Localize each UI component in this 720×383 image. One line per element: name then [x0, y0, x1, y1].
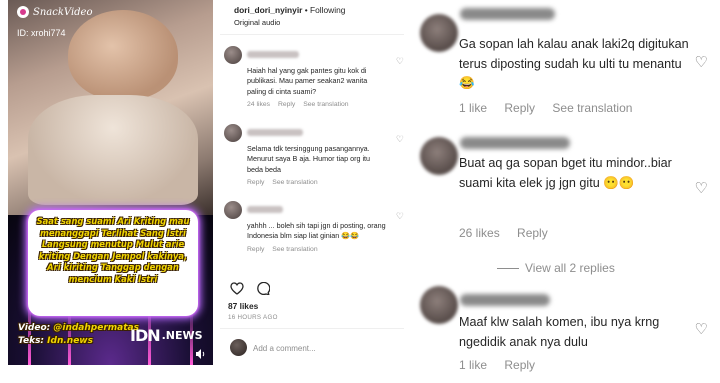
zoomed-comments-panel: Ga sopan lah kalau anak laki2q digitukan… — [410, 0, 720, 383]
brand-name: SnackVideo — [33, 6, 93, 18]
view-replies-button[interactable]: View all 2 replies — [497, 261, 615, 275]
news-label: .NEWS — [161, 329, 203, 342]
photo-hand — [68, 10, 178, 100]
blurred-username[interactable] — [460, 294, 550, 306]
avatar[interactable] — [224, 46, 242, 64]
heart-icon[interactable]: ♡ — [695, 320, 708, 338]
avatar[interactable] — [224, 201, 242, 219]
heart-icon[interactable]: ♡ — [396, 56, 404, 67]
post-panel: dori_dori_nyinyir • Following Original a… — [220, 0, 410, 383]
video-credits: Video: @indahpermatas Teks: Idn.news — [18, 322, 139, 348]
comment-likes[interactable]: 26 likes — [459, 226, 500, 240]
comment-text: Maaf klw salah komen, ibu nya krng ngedi… — [459, 315, 660, 349]
follow-status[interactable]: Following — [310, 5, 345, 15]
divider — [220, 328, 410, 329]
post-header: dori_dori_nyinyir • Following Original a… — [234, 5, 345, 27]
comment-item: Maaf klw salah komen, ibu nya krng ngedi… — [410, 282, 720, 383]
avatar — [230, 339, 247, 356]
snackvideo-watermark: SnackVideo — [17, 6, 93, 18]
audio-label[interactable]: Original audio — [234, 18, 345, 27]
idn-mark: IDN — [130, 326, 161, 345]
comment-item: Haiah hal yang gak pantes gitu kok di pu… — [224, 46, 404, 116]
video-caption: Saat sang suami Ari Kriting mau menangga… — [36, 216, 190, 284]
video-frame[interactable]: SnackVideo ID: xrohi774 Saat sang suami … — [8, 0, 213, 365]
reply-button[interactable]: Reply — [278, 101, 295, 108]
view-replies-label: View all 2 replies — [525, 261, 615, 275]
blurred-username[interactable] — [247, 129, 303, 137]
see-translation-button[interactable]: See translation — [272, 246, 317, 253]
volume-icon[interactable] — [195, 348, 207, 360]
comment-text: Selama tdk tersinggung pasangannya. Menu… — [247, 144, 371, 174]
comment-text: Haiah hal yang gak pantes gitu kok di pu… — [247, 66, 368, 96]
credit-video: @indahpermatas — [53, 323, 139, 333]
comment-likes[interactable]: 1 like — [459, 358, 487, 372]
idn-news-logo: IDN .NEWS — [130, 326, 203, 345]
see-translation-button[interactable]: See translation — [552, 101, 632, 115]
reply-button[interactable]: Reply — [504, 358, 535, 372]
video-user-id: ID: xrohi774 — [17, 28, 66, 38]
post-username[interactable]: dori_dori_nyinyir — [234, 5, 302, 15]
photo-shirt — [28, 95, 198, 205]
blurred-username[interactable] — [247, 51, 299, 59]
heart-icon[interactable]: ♡ — [396, 134, 404, 145]
header-separator: • — [302, 5, 311, 15]
avatar[interactable] — [420, 14, 458, 52]
post-time: 16 HOURS AGO — [228, 314, 278, 321]
comment-item: Selama tdk tersinggung pasangannya. Menu… — [224, 124, 404, 186]
blurred-username[interactable] — [460, 137, 570, 149]
see-translation-button[interactable]: See translation — [303, 101, 348, 108]
reply-button[interactable]: Reply — [247, 246, 264, 253]
credit-text-label: Teks: — [18, 336, 45, 346]
snackvideo-logo-icon — [17, 6, 29, 18]
comment-likes[interactable]: 24 likes — [247, 101, 270, 108]
see-translation-button[interactable]: See translation — [272, 179, 317, 186]
likes-count[interactable]: 87 likes — [228, 301, 258, 311]
heart-icon[interactable]: ♡ — [695, 179, 708, 197]
divider — [220, 34, 410, 35]
credit-video-label: Video: — [18, 323, 51, 333]
comment-text: yahhh ... boleh sih tapi jgn di posting,… — [247, 221, 386, 241]
comment-icon[interactable] — [256, 281, 271, 298]
heart-icon[interactable]: ♡ — [396, 211, 404, 222]
avatar[interactable] — [224, 124, 242, 142]
comment-item: Buat aq ga sopan bget itu mindor..biar s… — [410, 125, 720, 250]
avatar[interactable] — [420, 286, 458, 324]
reply-button[interactable]: Reply — [247, 179, 264, 186]
comment-text: Buat aq ga sopan bget itu mindor..biar s… — [459, 156, 672, 190]
divider — [497, 267, 519, 269]
heart-icon[interactable] — [230, 282, 244, 298]
reply-button[interactable]: Reply — [517, 226, 548, 240]
comment-item: Ga sopan lah kalau anak laki2q digitukan… — [410, 0, 720, 118]
comment-item: yahhh ... boleh sih tapi jgn di posting,… — [224, 201, 404, 263]
comment-likes[interactable]: 1 like — [459, 101, 487, 115]
comment-text: Ga sopan lah kalau anak laki2q digitukan… — [459, 37, 689, 90]
credit-text: Idn.news — [47, 336, 93, 346]
reply-button[interactable]: Reply — [504, 101, 535, 115]
blurred-username[interactable] — [247, 206, 283, 214]
blurred-username[interactable] — [460, 8, 555, 20]
avatar[interactable] — [420, 137, 458, 175]
post-actions — [230, 281, 271, 298]
video-caption-box: Saat sang suami Ari Kriting mau menangga… — [28, 210, 198, 316]
heart-icon[interactable]: ♡ — [695, 53, 708, 71]
add-comment-input[interactable] — [253, 340, 398, 356]
